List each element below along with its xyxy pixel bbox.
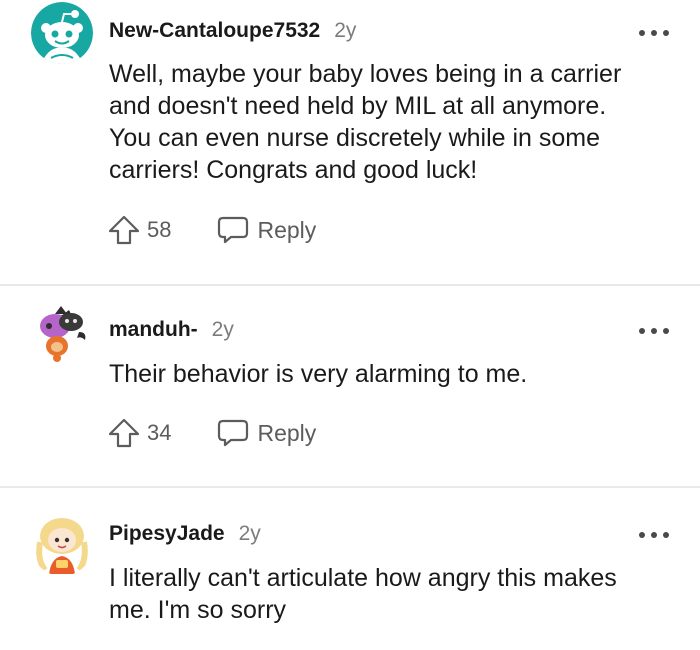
more-options-button[interactable] — [639, 324, 669, 338]
comment: PipesyJade 2y I literally can't articula… — [0, 488, 700, 650]
speech-bubble-icon — [218, 216, 249, 244]
more-dots-icon — [639, 328, 645, 334]
comment-body: Their behavior is very alarming to me. — [109, 360, 528, 388]
comment-body: Well, maybe your baby loves being in a c… — [109, 60, 622, 184]
more-dots-icon — [639, 532, 645, 538]
comment: New-Cantaloupe7532 2y Well, maybe your b… — [0, 0, 700, 284]
snoo-avatar-icon — [31, 302, 93, 364]
upvote-button[interactable]: 34 — [107, 417, 171, 449]
reply-label: Reply — [257, 216, 317, 243]
snoo-avatar-icon — [31, 514, 93, 576]
comment-body: I literally can't articulate how angry t… — [109, 564, 617, 624]
more-dots-icon — [651, 532, 657, 538]
user-avatar[interactable] — [31, 514, 93, 576]
comment-header: manduh- 2y — [109, 318, 234, 348]
comment-age: 2y — [334, 19, 357, 42]
upvote-arrow-icon — [108, 418, 140, 448]
upvote-count: 34 — [147, 420, 172, 445]
reply-label: Reply — [257, 419, 317, 446]
more-dots-icon — [651, 328, 657, 334]
snoo-avatar-icon — [31, 2, 93, 64]
reply-button[interactable]: Reply — [217, 215, 316, 245]
speech-bubble-icon — [218, 419, 249, 447]
more-dots-icon — [639, 30, 645, 36]
user-avatar[interactable] — [31, 302, 93, 364]
more-options-button[interactable] — [639, 528, 669, 542]
comment-age: 2y — [211, 318, 234, 341]
comment-actions: 34 Reply — [107, 416, 316, 450]
reply-button[interactable]: Reply — [217, 418, 316, 448]
more-dots-icon — [663, 532, 669, 538]
upvote-count: 58 — [147, 217, 172, 242]
comment-actions: 58 Reply — [107, 213, 316, 247]
user-avatar[interactable] — [31, 2, 93, 64]
comment: manduh- 2y Their behavior is very alarmi… — [0, 286, 700, 486]
upvote-button[interactable]: 58 — [107, 214, 171, 246]
upvote-arrow-icon — [108, 215, 140, 245]
username[interactable]: PipesyJade — [109, 522, 225, 546]
comment-header: PipesyJade 2y — [109, 522, 261, 552]
username[interactable]: manduh- — [109, 318, 198, 342]
comment-age: 2y — [238, 522, 261, 545]
username[interactable]: New-Cantaloupe7532 — [109, 19, 320, 43]
more-options-button[interactable] — [639, 26, 669, 40]
more-dots-icon — [651, 30, 657, 36]
more-dots-icon — [663, 328, 669, 334]
more-dots-icon — [663, 30, 669, 36]
comment-header: New-Cantaloupe7532 2y — [109, 19, 356, 49]
